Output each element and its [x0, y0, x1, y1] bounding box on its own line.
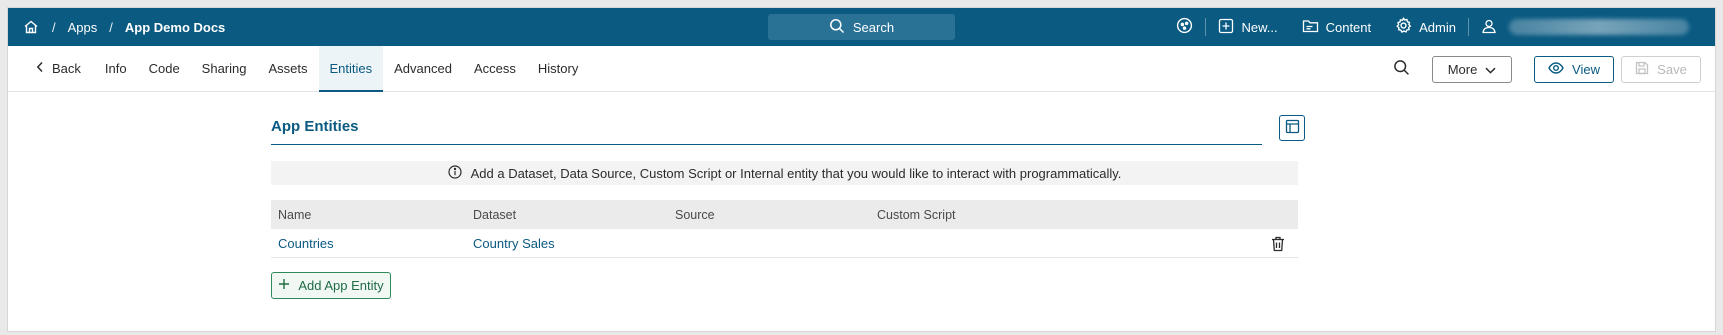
search-icon	[829, 18, 845, 37]
entity-name-link[interactable]: Countries	[271, 236, 473, 251]
more-button[interactable]: More	[1432, 55, 1512, 83]
column-header-source[interactable]: Source	[675, 208, 877, 222]
new-label: New...	[1241, 19, 1278, 35]
breadcrumb: / Apps / App Demo Docs	[22, 8, 225, 46]
search-button[interactable]	[1386, 54, 1416, 84]
tab-bar: Back Info Code Sharing Assets Entities A…	[8, 46, 1715, 92]
global-search[interactable]: Search	[768, 14, 955, 40]
table-header: Name Dataset Source Custom Script	[271, 200, 1298, 229]
entities-panel: App Entities Add a Dataset, Data Source,…	[271, 115, 1305, 299]
title-underline	[271, 144, 1262, 145]
view-button[interactable]: View	[1534, 55, 1614, 83]
save-label: Save	[1657, 61, 1687, 77]
add-app-entity-label: Add App Entity	[298, 278, 384, 293]
tab-history[interactable]: History	[527, 46, 589, 92]
search-icon	[1393, 59, 1410, 79]
user-icon	[1481, 18, 1497, 37]
back-label: Back	[52, 60, 81, 76]
tab-advanced[interactable]: Advanced	[383, 46, 463, 92]
breadcrumb-apps[interactable]: Apps	[68, 20, 98, 35]
layout-toggle-button[interactable]	[1279, 115, 1305, 141]
folder-icon	[1302, 18, 1319, 37]
info-text: Add a Dataset, Data Source, Custom Scrip…	[470, 165, 1122, 181]
tabs: Back Info Code Sharing Assets Entities A…	[30, 46, 589, 92]
tab-assets[interactable]: Assets	[257, 46, 318, 92]
plus-square-icon	[1218, 18, 1234, 37]
column-header-name[interactable]: Name	[271, 208, 473, 222]
breadcrumb-separator: /	[109, 19, 113, 35]
add-app-entity-button[interactable]: Add App Entity	[271, 272, 391, 299]
tab-sharing[interactable]: Sharing	[191, 46, 258, 92]
entity-dataset-link[interactable]: Country Sales	[473, 236, 675, 251]
eye-icon	[1548, 61, 1564, 77]
breadcrumb-current: App Demo Docs	[124, 19, 226, 35]
section-header: App Entities	[271, 115, 1305, 145]
user-name-redacted	[1509, 19, 1689, 35]
breadcrumb-separator: /	[52, 19, 56, 35]
launcher-button[interactable]	[1164, 8, 1205, 46]
entities-table: Name Dataset Source Custom Script Countr…	[271, 200, 1298, 258]
app-window: / Apps / App Demo Docs Search New... Con…	[7, 7, 1716, 332]
gear-icon	[1395, 16, 1412, 37]
chevron-left-icon	[36, 61, 44, 76]
search-label: Search	[852, 19, 895, 35]
home-icon[interactable]	[22, 18, 40, 36]
table-row: Countries Country Sales	[271, 229, 1298, 258]
launcher-icon	[1176, 17, 1193, 37]
new-button[interactable]: New...	[1206, 8, 1289, 46]
tab-entities[interactable]: Entities	[318, 46, 384, 92]
user-menu[interactable]	[1469, 8, 1509, 46]
tab-code[interactable]: Code	[138, 46, 191, 92]
table-layout-icon	[1285, 119, 1300, 137]
info-banner: Add a Dataset, Data Source, Custom Scrip…	[271, 161, 1298, 185]
chevron-down-icon	[1485, 62, 1496, 77]
column-header-custom-script[interactable]: Custom Script	[877, 208, 1177, 222]
more-label: More	[1447, 61, 1478, 77]
view-label: View	[1572, 61, 1600, 77]
top-bar-actions: New... Content Admin	[1164, 8, 1715, 46]
admin-label: Admin	[1419, 19, 1456, 35]
page-actions: More View Save	[1386, 46, 1701, 92]
page-title: App Entities	[271, 118, 359, 135]
plus-icon	[278, 278, 290, 293]
top-bar: / Apps / App Demo Docs Search New... Con…	[8, 8, 1715, 46]
tab-info[interactable]: Info	[94, 46, 138, 92]
content-label: Content	[1325, 19, 1372, 35]
save-button[interactable]: Save	[1621, 55, 1701, 83]
trash-icon[interactable]	[1270, 235, 1286, 252]
back-button[interactable]: Back	[30, 46, 94, 92]
column-header-dataset[interactable]: Dataset	[473, 208, 675, 222]
content-button[interactable]: Content	[1290, 8, 1384, 46]
tab-access[interactable]: Access	[463, 46, 527, 92]
floppy-disk-icon	[1635, 61, 1649, 78]
info-icon	[448, 164, 462, 182]
admin-button[interactable]: Admin	[1383, 8, 1468, 46]
